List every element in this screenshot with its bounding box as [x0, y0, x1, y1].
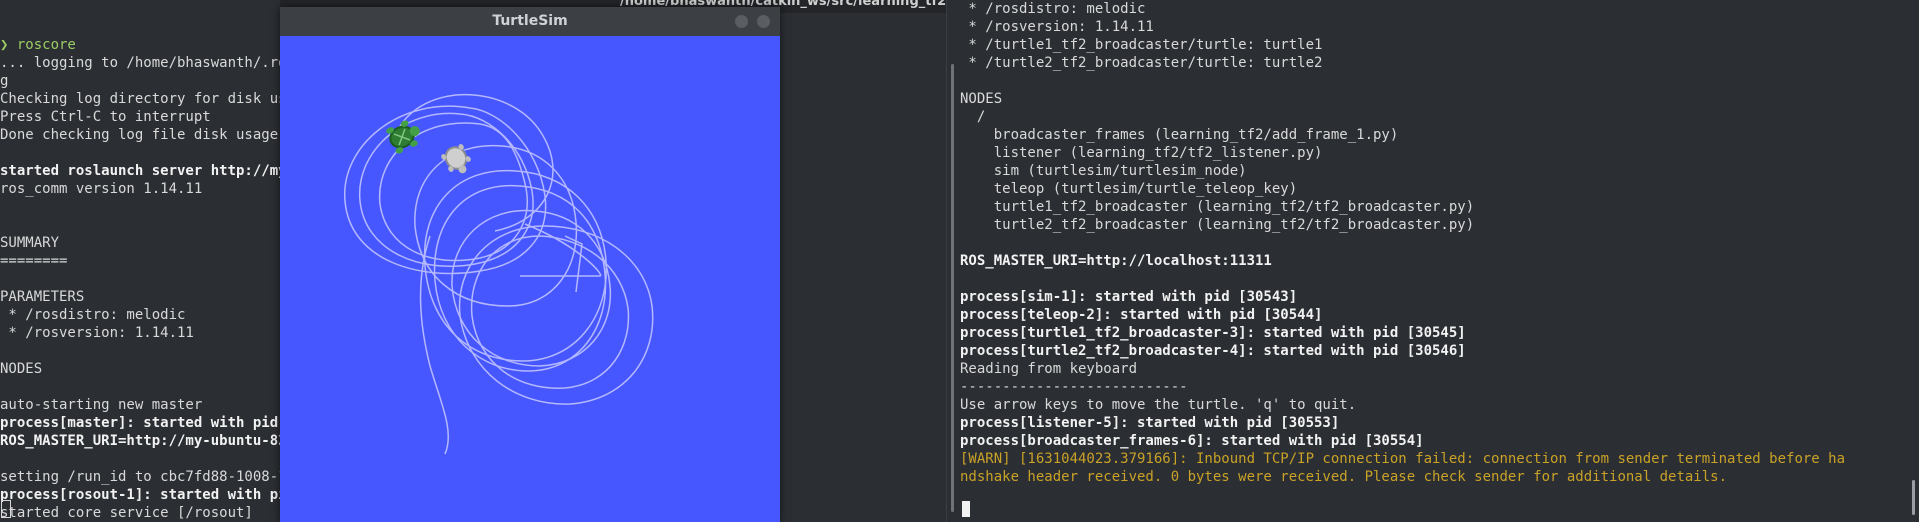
terminal-line: turtle2_tf2_broadcaster (learning_tf2/tf…: [960, 217, 1475, 233]
right-terminal[interactable]: * /rosdistro: melodic * /rosversion: 1.1…: [946, 0, 1919, 522]
terminal-line: teleop (turtlesim/turtle_teleop_key): [960, 181, 1298, 197]
terminal-line: process[broadcaster_frames-6]: started w…: [960, 433, 1424, 449]
right-terminal-output: * /rosdistro: melodic * /rosversion: 1.1…: [960, 0, 1845, 486]
terminal-line: * /rosdistro: melodic: [960, 1, 1146, 17]
canvas-background: [280, 36, 780, 522]
minimize-icon[interactable]: [735, 15, 748, 28]
terminal-cursor: [1, 500, 11, 518]
terminal-line: broadcaster_frames (learning_tf2/add_fra…: [960, 127, 1399, 143]
left-terminal-scrollbar[interactable]: [951, 64, 954, 512]
terminal-line: ---------------------------: [960, 379, 1188, 395]
terminal-line: sim (turtlesim/turtlesim_node): [960, 163, 1247, 179]
terminal-line: process[sim-1]: started with pid [30543]: [960, 289, 1298, 305]
terminal-line: Reading from keyboard: [960, 361, 1138, 377]
turtlesim-titlebar[interactable]: TurtleSim: [280, 7, 780, 36]
terminal-line: process[turtle2_tf2_broadcaster-4]: star…: [960, 343, 1466, 359]
turtlesim-window[interactable]: TurtleSim: [280, 7, 780, 522]
terminal-line: NODES: [960, 91, 1003, 107]
terminal-line: * /rosversion: 1.14.11: [960, 19, 1154, 35]
close-icon[interactable]: [757, 15, 770, 28]
terminal-line: * /turtle1_tf2_broadcaster/turtle: turtl…: [960, 37, 1323, 53]
terminal-line: turtle1_tf2_broadcaster (learning_tf2/tf…: [960, 199, 1475, 215]
terminal-line: ndshake header received. 0 bytes were re…: [960, 469, 1728, 485]
terminal-line: process[listener-5]: started with pid [3…: [960, 415, 1340, 431]
turtlesim-title: TurtleSim: [492, 13, 568, 29]
terminal-line: ROS_MASTER_URI=http://localhost:11311: [960, 253, 1272, 269]
terminal-line: /: [960, 109, 986, 125]
turtlesim-canvas: [280, 36, 780, 522]
terminal-line: [WARN] [1631044023.379166]: Inbound TCP/…: [960, 451, 1846, 467]
terminal-line: listener (learning_tf2/tf2_listener.py): [960, 145, 1323, 161]
terminal-line: Use arrow keys to move the turtle. 'q' t…: [960, 397, 1357, 413]
terminal-line: * /turtle2_tf2_broadcaster/turtle: turtl…: [960, 55, 1323, 71]
terminal-line: process[teleop-2]: started with pid [305…: [960, 307, 1323, 323]
terminal-cursor: [962, 501, 970, 517]
terminal-line: process[turtle1_tf2_broadcaster-3]: star…: [960, 325, 1466, 341]
right-terminal-scrollbar[interactable]: [1912, 480, 1915, 515]
